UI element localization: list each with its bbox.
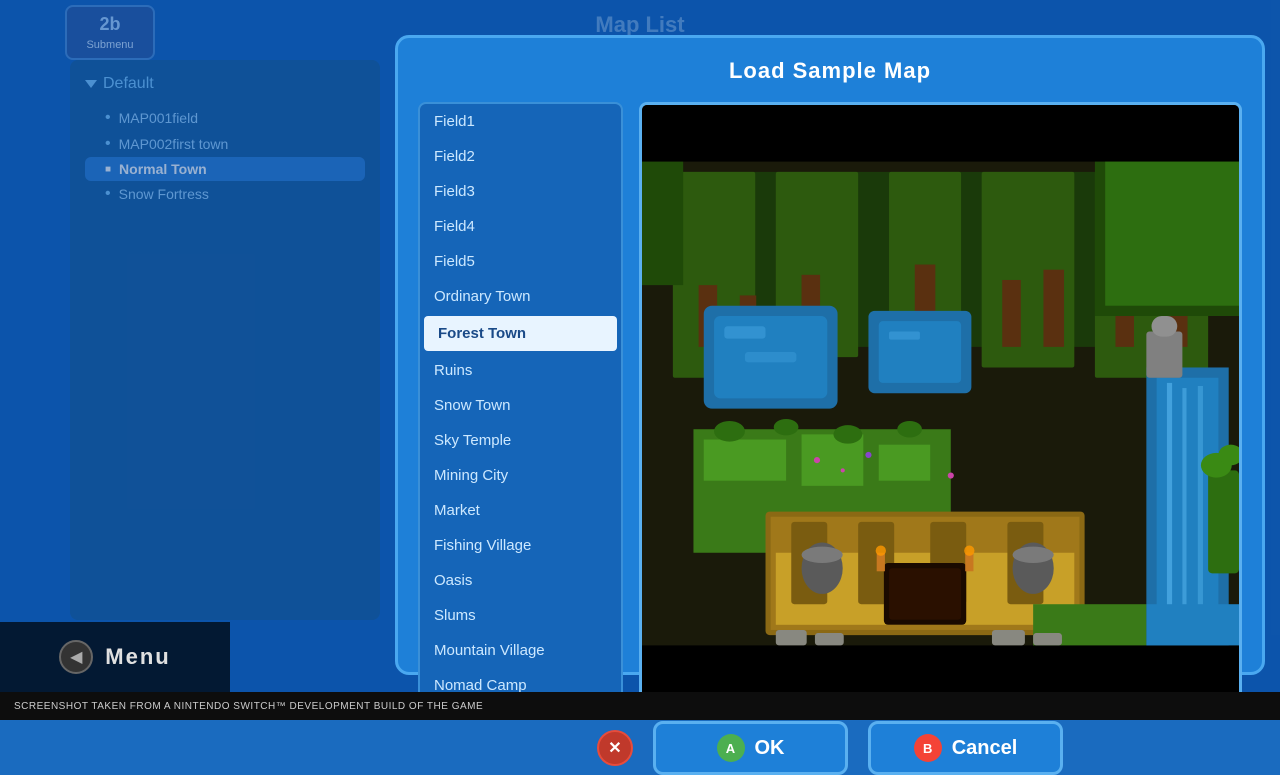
- map-preview-panel: [639, 102, 1242, 705]
- map-list-item-ruins[interactable]: Ruins: [420, 353, 621, 388]
- map-list-item-oasis[interactable]: Oasis: [420, 563, 621, 598]
- ok-badge: A: [717, 734, 745, 762]
- dialog-content: Field1Field2Field3Field4Field5Ordinary T…: [418, 102, 1242, 705]
- map-list-item-fishing-village[interactable]: Fishing Village: [420, 528, 621, 563]
- menu-icon: ◀: [59, 640, 93, 674]
- map-list-item-field3[interactable]: Field3: [420, 174, 621, 209]
- map-canvas: [642, 105, 1239, 702]
- menu-button[interactable]: ◀ Menu: [0, 622, 230, 692]
- bottom-bar: SCREENSHOT TAKEN FROM A NINTENDO SWITCH™…: [0, 692, 1280, 720]
- bottom-notice-text: SCREENSHOT TAKEN FROM A NINTENDO SWITCH™…: [14, 701, 483, 712]
- map-list-item-field4[interactable]: Field4: [420, 209, 621, 244]
- cancel-button[interactable]: B Cancel: [868, 721, 1063, 775]
- ok-button[interactable]: A OK: [653, 721, 848, 775]
- map-svg: [642, 105, 1239, 702]
- map-list-item-field2[interactable]: Field2: [420, 139, 621, 174]
- map-list-panel: Field1Field2Field3Field4Field5Ordinary T…: [418, 102, 623, 705]
- map-list-scroll[interactable]: Field1Field2Field3Field4Field5Ordinary T…: [420, 104, 621, 703]
- dialog-buttons: ✕ A OK B Cancel: [597, 721, 1063, 775]
- dialog-title: Load Sample Map: [729, 58, 931, 84]
- cancel-label: Cancel: [952, 737, 1018, 760]
- map-list-item-snow-town[interactable]: Snow Town: [420, 388, 621, 423]
- load-sample-map-dialog: Load Sample Map Field1Field2Field3Field4…: [395, 35, 1265, 675]
- ok-label: OK: [755, 737, 785, 760]
- map-list-item-forest-town[interactable]: Forest Town: [424, 316, 617, 351]
- close-button[interactable]: ✕: [597, 730, 633, 766]
- map-list-item-mountain-village[interactable]: Mountain Village: [420, 633, 621, 668]
- map-list-item-slums[interactable]: Slums: [420, 598, 621, 633]
- cancel-badge: B: [914, 734, 942, 762]
- map-list-item-mining-city[interactable]: Mining City: [420, 458, 621, 493]
- menu-label: Menu: [105, 644, 170, 670]
- close-icon: ✕: [608, 738, 621, 758]
- map-list-item-sky-temple[interactable]: Sky Temple: [420, 423, 621, 458]
- map-list-item-field1[interactable]: Field1: [420, 104, 621, 139]
- map-list-item-market[interactable]: Market: [420, 493, 621, 528]
- map-list-item-field5[interactable]: Field5: [420, 244, 621, 279]
- map-list-item-ordinary-town[interactable]: Ordinary Town: [420, 279, 621, 314]
